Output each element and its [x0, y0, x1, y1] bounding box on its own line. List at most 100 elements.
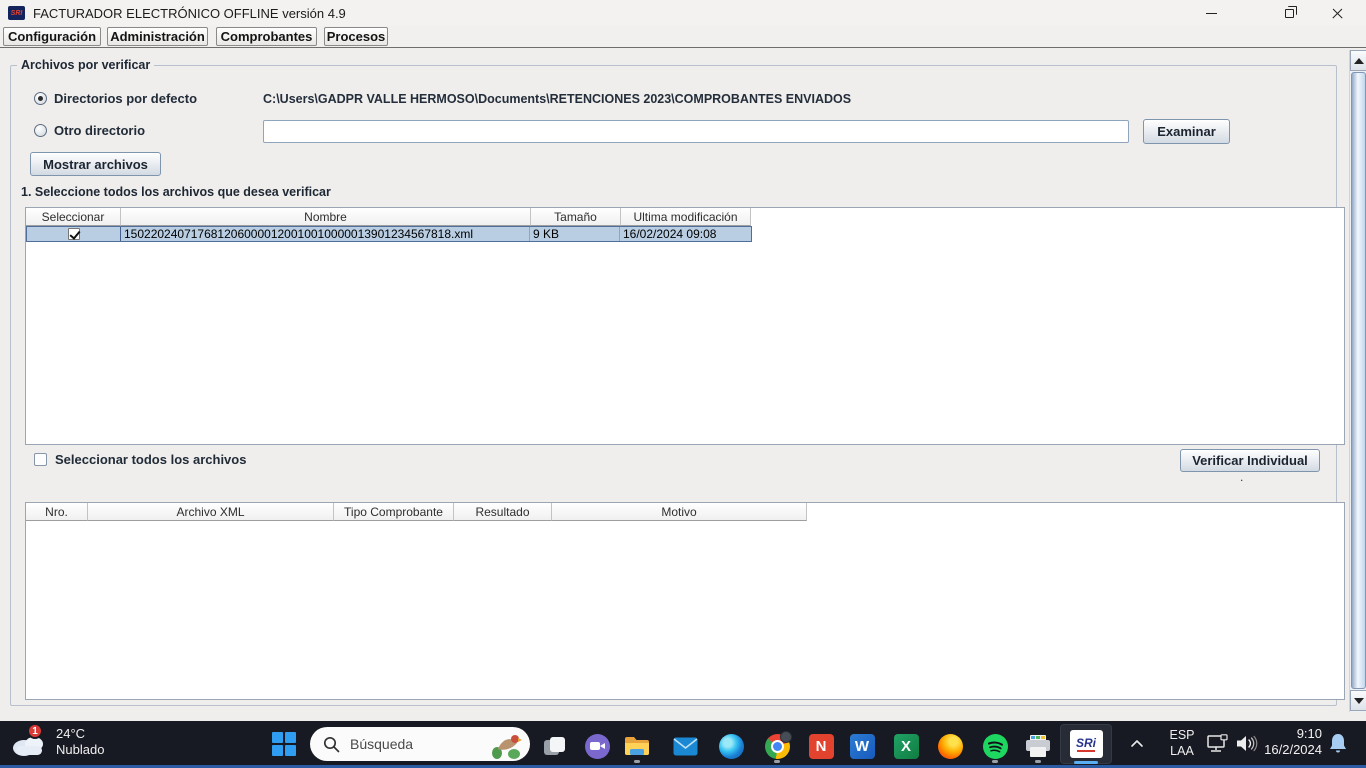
chat-app-button[interactable] — [584, 733, 610, 759]
scroll-down-button[interactable] — [1350, 690, 1366, 711]
menu-comprobantes[interactable]: Comprobantes — [216, 27, 317, 46]
radio-directorios-por-defecto[interactable] — [34, 92, 47, 105]
printer-running-indicator — [1035, 760, 1041, 763]
results-table-header: Nro. Archivo XML Tipo Comprobante Result… — [26, 503, 1344, 521]
bell-icon — [1330, 734, 1346, 753]
groupbox-legend: Archivos por verificar — [17, 58, 155, 72]
folder-icon — [625, 737, 649, 755]
col-seleccionar[interactable]: Seleccionar — [26, 208, 121, 226]
restore-icon — [1284, 5, 1297, 18]
arrow-down-icon — [1353, 697, 1364, 704]
network-button[interactable] — [1206, 734, 1230, 759]
verificar-individual-button[interactable]: Verificar Individual — [1180, 449, 1320, 472]
step1-label: 1. Seleccione todos los archivos que des… — [21, 185, 331, 199]
row-modificacion[interactable]: 16/02/2024 09:08 — [620, 227, 749, 241]
tray-time: 9:10 — [1296, 726, 1322, 741]
restore-button[interactable] — [1269, 0, 1309, 26]
nitro-pdf-icon: N — [808, 733, 834, 759]
word-button[interactable]: W — [849, 733, 875, 759]
close-button[interactable] — [1317, 0, 1357, 26]
col-motivo[interactable]: Motivo — [552, 503, 807, 521]
row-nombre[interactable]: 1502202407176812060000120010010000013901… — [121, 227, 530, 241]
col-tamano[interactable]: Tamaño — [531, 208, 621, 226]
search-bird-decoration-icon — [492, 735, 522, 759]
window-title: FACTURADOR ELECTRÓNICO OFFLINE versión 4… — [33, 5, 346, 21]
close-icon — [1331, 7, 1344, 20]
other-directory-input[interactable] — [263, 120, 1129, 143]
row-checkbox[interactable] — [67, 228, 80, 240]
mail-button[interactable] — [672, 733, 698, 759]
row-tamano[interactable]: 9 KB — [530, 227, 620, 241]
menu-procesos[interactable]: Procesos — [324, 27, 388, 46]
scroll-up-button[interactable] — [1350, 50, 1366, 71]
search-placeholder: Búsqueda — [350, 736, 414, 752]
language-top: ESP — [1169, 728, 1195, 742]
results-table: Nro. Archivo XML Tipo Comprobante Result… — [25, 502, 1345, 700]
chrome-extension-badge-icon — [779, 730, 792, 743]
clock[interactable]: 9:10 16/2/2024 — [1252, 726, 1322, 758]
language-bottom: LAA — [1170, 744, 1194, 758]
col-resultado[interactable]: Resultado — [454, 503, 552, 521]
mostrar-archivos-button[interactable]: Mostrar archivos — [30, 152, 161, 176]
menubar: Configuración Administración Comprobante… — [0, 26, 1366, 48]
vertical-scrollbar[interactable] — [1349, 50, 1366, 712]
network-icon — [1207, 734, 1228, 752]
file-explorer-button[interactable] — [624, 733, 650, 759]
search-box[interactable]: Búsqueda — [310, 727, 530, 761]
select-all-label: Seleccionar todos los archivos — [55, 452, 247, 467]
weather-condition: Nublado — [56, 742, 105, 757]
weather-temperature: 24°C — [56, 726, 86, 741]
tray-chevron-button[interactable] — [1130, 735, 1152, 753]
radio-other-label: Otro directorio — [54, 123, 146, 138]
printer-icon — [1026, 735, 1050, 757]
table-row[interactable]: 1502202407176812060000120010010000013901… — [26, 226, 752, 242]
default-directory-path: C:\Users\GADPR VALLE HERMOSO\Documents\R… — [263, 92, 852, 106]
radio-otro-directorio[interactable] — [34, 124, 47, 137]
screen: SRI FACTURADOR ELECTRÓNICO OFFLINE versi… — [0, 0, 1366, 768]
sri-facturador-active-app[interactable]: SRi — [1060, 724, 1112, 764]
sri-taskbar-icon: SRi — [1069, 730, 1103, 758]
menu-configuracion[interactable]: Configuración — [3, 27, 101, 46]
files-table: Seleccionar Nombre Tamaño Ultima modific… — [25, 207, 1345, 445]
nitro-pdf-button[interactable]: N — [808, 733, 834, 759]
language-indicator[interactable]: ESP LAA — [1164, 727, 1200, 759]
sri-active-indicator — [1074, 761, 1098, 764]
excel-icon: X — [893, 733, 919, 759]
col-ultima-modificacion[interactable]: Ultima modificación — [621, 208, 751, 226]
chrome-icon — [764, 730, 792, 759]
mail-icon — [673, 737, 697, 755]
sri-app-icon: SRI — [8, 6, 25, 20]
col-nombre[interactable]: Nombre — [121, 208, 531, 226]
edge-button[interactable] — [718, 733, 744, 759]
word-icon: W — [849, 733, 875, 759]
notification-center-button[interactable] — [1328, 733, 1348, 760]
spotify-running-indicator — [992, 760, 998, 763]
task-view-button[interactable] — [540, 733, 566, 759]
select-all-checkbox[interactable] — [34, 453, 47, 466]
printer-button[interactable] — [1025, 733, 1051, 759]
chrome-button[interactable] — [764, 730, 792, 759]
arrow-up-icon — [1353, 57, 1364, 64]
menu-administracion[interactable]: Administración — [107, 27, 208, 46]
col-archivo-xml[interactable]: Archivo XML — [88, 503, 334, 521]
chevron-up-icon — [1131, 740, 1143, 747]
weather-widget[interactable]: 1 24°C Nublado — [0, 721, 140, 765]
spotify-button[interactable] — [982, 733, 1008, 759]
start-icon — [272, 732, 283, 743]
file-explorer-running-indicator — [634, 760, 640, 763]
excel-button[interactable]: X — [893, 733, 919, 759]
minimize-button[interactable] — [1191, 0, 1231, 26]
scrollbar-thumb[interactable] — [1351, 72, 1366, 689]
col-tipo-comprobante[interactable]: Tipo Comprobante — [334, 503, 454, 521]
row-checkbox-cell[interactable] — [27, 227, 121, 241]
tray-date: 16/2/2024 — [1264, 742, 1322, 757]
spotify-icon — [982, 733, 1008, 759]
col-nro[interactable]: Nro. — [26, 503, 88, 521]
start-button[interactable] — [272, 732, 297, 757]
radio-default-label: Directorios por defecto — [54, 91, 198, 106]
video-chat-icon — [584, 733, 610, 759]
edge-icon — [718, 733, 744, 759]
stray-dot: . — [1240, 470, 1244, 484]
firefox-button[interactable] — [937, 733, 963, 759]
examinar-button[interactable]: Examinar — [1143, 119, 1230, 144]
